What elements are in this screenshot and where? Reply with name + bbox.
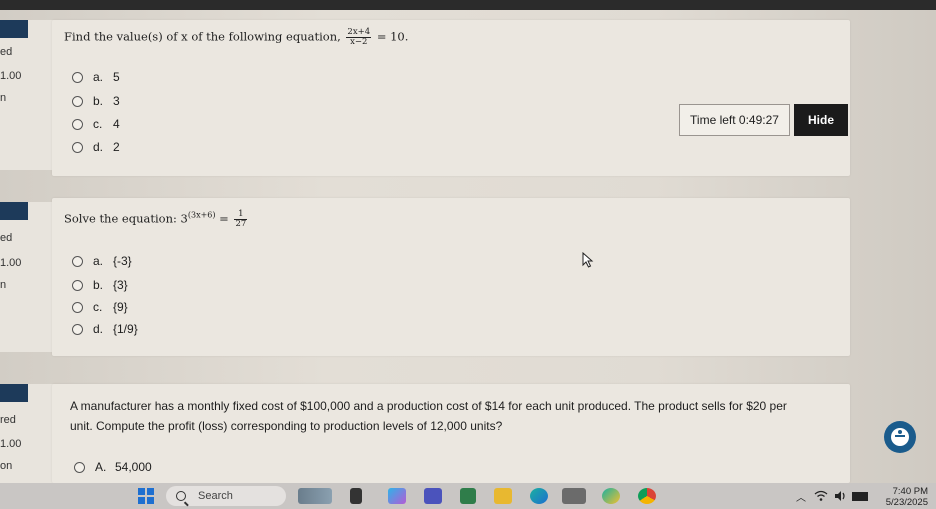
question-1-status: ed — [0, 46, 13, 58]
accessibility-icon — [891, 428, 909, 446]
option-text: {3} — [113, 278, 128, 292]
option-letter: a. — [93, 254, 104, 268]
search-icon — [176, 491, 186, 501]
taskbar-search-box[interactable]: Search — [166, 486, 286, 506]
question-3-prompt-line-2: unit. Compute the profit (loss) correspo… — [70, 419, 503, 433]
taskbar-date: 5/23/2025 — [885, 497, 928, 508]
question-2-base: 3 — [180, 211, 188, 226]
teams-icon[interactable] — [424, 488, 442, 504]
battery-icon[interactable] — [852, 492, 868, 501]
question-1-flag-text: n — [0, 92, 7, 104]
question-3-mark: 1.00 — [0, 438, 22, 450]
question-2-fraction-denominator: 27 — [235, 219, 247, 229]
accessibility-button[interactable] — [884, 421, 916, 453]
option-text: {9} — [113, 300, 128, 314]
weather-widget-icon[interactable] — [298, 488, 332, 504]
task-view-icon[interactable] — [350, 488, 362, 504]
option-letter: d. — [93, 140, 104, 154]
question-3-prompt-line-1: A manufacturer has a monthly fixed cost … — [70, 399, 787, 413]
question-3-status: red — [0, 414, 16, 426]
question-2-option-b[interactable]: b. {3} — [72, 278, 128, 292]
option-letter: c. — [93, 117, 103, 131]
show-hidden-icons-chevron-icon[interactable]: ︿ — [796, 489, 806, 504]
question-3-option-a[interactable]: A. 54,000 — [74, 460, 152, 474]
taskbar-time: 7:40 PM — [892, 486, 928, 497]
browser-top-edge — [0, 0, 936, 10]
question-1-number-badge — [0, 20, 28, 38]
question-1-option-d[interactable]: d. 2 — [72, 140, 120, 154]
question-3-info: red 1.00 on — [0, 384, 60, 483]
question-1-prompt-text: Find the value(s) of x of the following … — [64, 29, 341, 44]
question-1-fraction-denominator: x−2 — [350, 37, 368, 47]
radio-icon[interactable] — [72, 255, 83, 267]
radio-icon[interactable] — [72, 141, 83, 153]
hide-timer-button[interactable]: Hide — [794, 104, 848, 136]
question-1-option-a[interactable]: a. 5 — [72, 70, 120, 84]
option-text: 54,000 — [115, 460, 152, 474]
question-2-option-c[interactable]: c. {9} — [72, 300, 128, 314]
chrome-icon[interactable] — [638, 488, 656, 504]
photos-icon[interactable] — [602, 488, 620, 504]
app-thumbnail-icon[interactable] — [562, 488, 586, 504]
question-2-option-a[interactable]: a. {-3} — [72, 254, 132, 268]
windows-start-icon[interactable] — [138, 488, 154, 504]
radio-icon[interactable] — [72, 95, 83, 107]
question-2-option-d[interactable]: d. {1/9} — [72, 322, 138, 336]
question-3-number-badge — [0, 384, 28, 402]
radio-icon[interactable] — [72, 279, 83, 291]
time-left-display: Time left 0:49:27 — [679, 104, 790, 136]
mouse-cursor-icon — [582, 252, 594, 268]
radio-icon[interactable] — [72, 71, 83, 83]
calculator-icon[interactable] — [460, 488, 476, 504]
radio-icon[interactable] — [72, 118, 83, 130]
question-1-option-b[interactable]: b. 3 — [72, 94, 120, 108]
option-letter: A. — [95, 460, 107, 474]
question-2-prompt: Solve the equation: 3(3x+6) = 1 27 — [64, 210, 249, 229]
question-2-prompt-text: Solve the equation: — [64, 211, 177, 226]
edge-browser-icon[interactable] — [530, 488, 548, 504]
question-2-exponent: (3x+6) — [187, 210, 216, 220]
option-text: {1/9} — [113, 322, 138, 336]
question-2-number-badge — [0, 202, 28, 220]
taskbar-search-label: Search — [198, 490, 233, 502]
option-letter: b. — [93, 94, 104, 108]
option-text: 5 — [113, 70, 120, 84]
question-1-prompt: Find the value(s) of x of the following … — [64, 28, 408, 47]
option-letter: d. — [93, 322, 104, 336]
option-text: 4 — [113, 117, 120, 131]
question-1-equation-tail: = 10. — [376, 29, 409, 44]
question-2-flag-text: n — [0, 279, 7, 291]
radio-icon[interactable] — [74, 461, 85, 473]
option-text: 2 — [113, 140, 120, 154]
question-1-mark: 1.00 — [0, 70, 22, 82]
option-text: 3 — [113, 94, 120, 108]
radio-icon[interactable] — [72, 301, 83, 313]
option-letter: b. — [93, 278, 104, 292]
option-text: {-3} — [113, 254, 132, 268]
volume-icon[interactable] — [834, 490, 848, 502]
copilot-icon[interactable] — [388, 488, 406, 504]
question-2-fraction: 1 27 — [234, 210, 248, 229]
option-letter: c. — [93, 300, 103, 314]
question-2-equals: = — [219, 211, 229, 226]
question-1-fraction: 2x+4 x−2 — [346, 28, 372, 47]
taskbar-clock[interactable]: 7:40 PM 5/23/2025 — [868, 486, 928, 508]
wifi-icon[interactable] — [814, 490, 828, 502]
option-letter: a. — [93, 70, 104, 84]
question-1-info: ed 1.00 n — [0, 20, 60, 170]
radio-icon[interactable] — [72, 323, 83, 335]
question-1-option-c[interactable]: c. 4 — [72, 117, 120, 131]
question-2-info: ed 1.00 n — [0, 202, 60, 352]
file-explorer-icon[interactable] — [494, 488, 512, 504]
question-2-status: ed — [0, 232, 13, 244]
question-3-flag-text: on — [0, 460, 13, 472]
question-2-mark: 1.00 — [0, 257, 22, 269]
